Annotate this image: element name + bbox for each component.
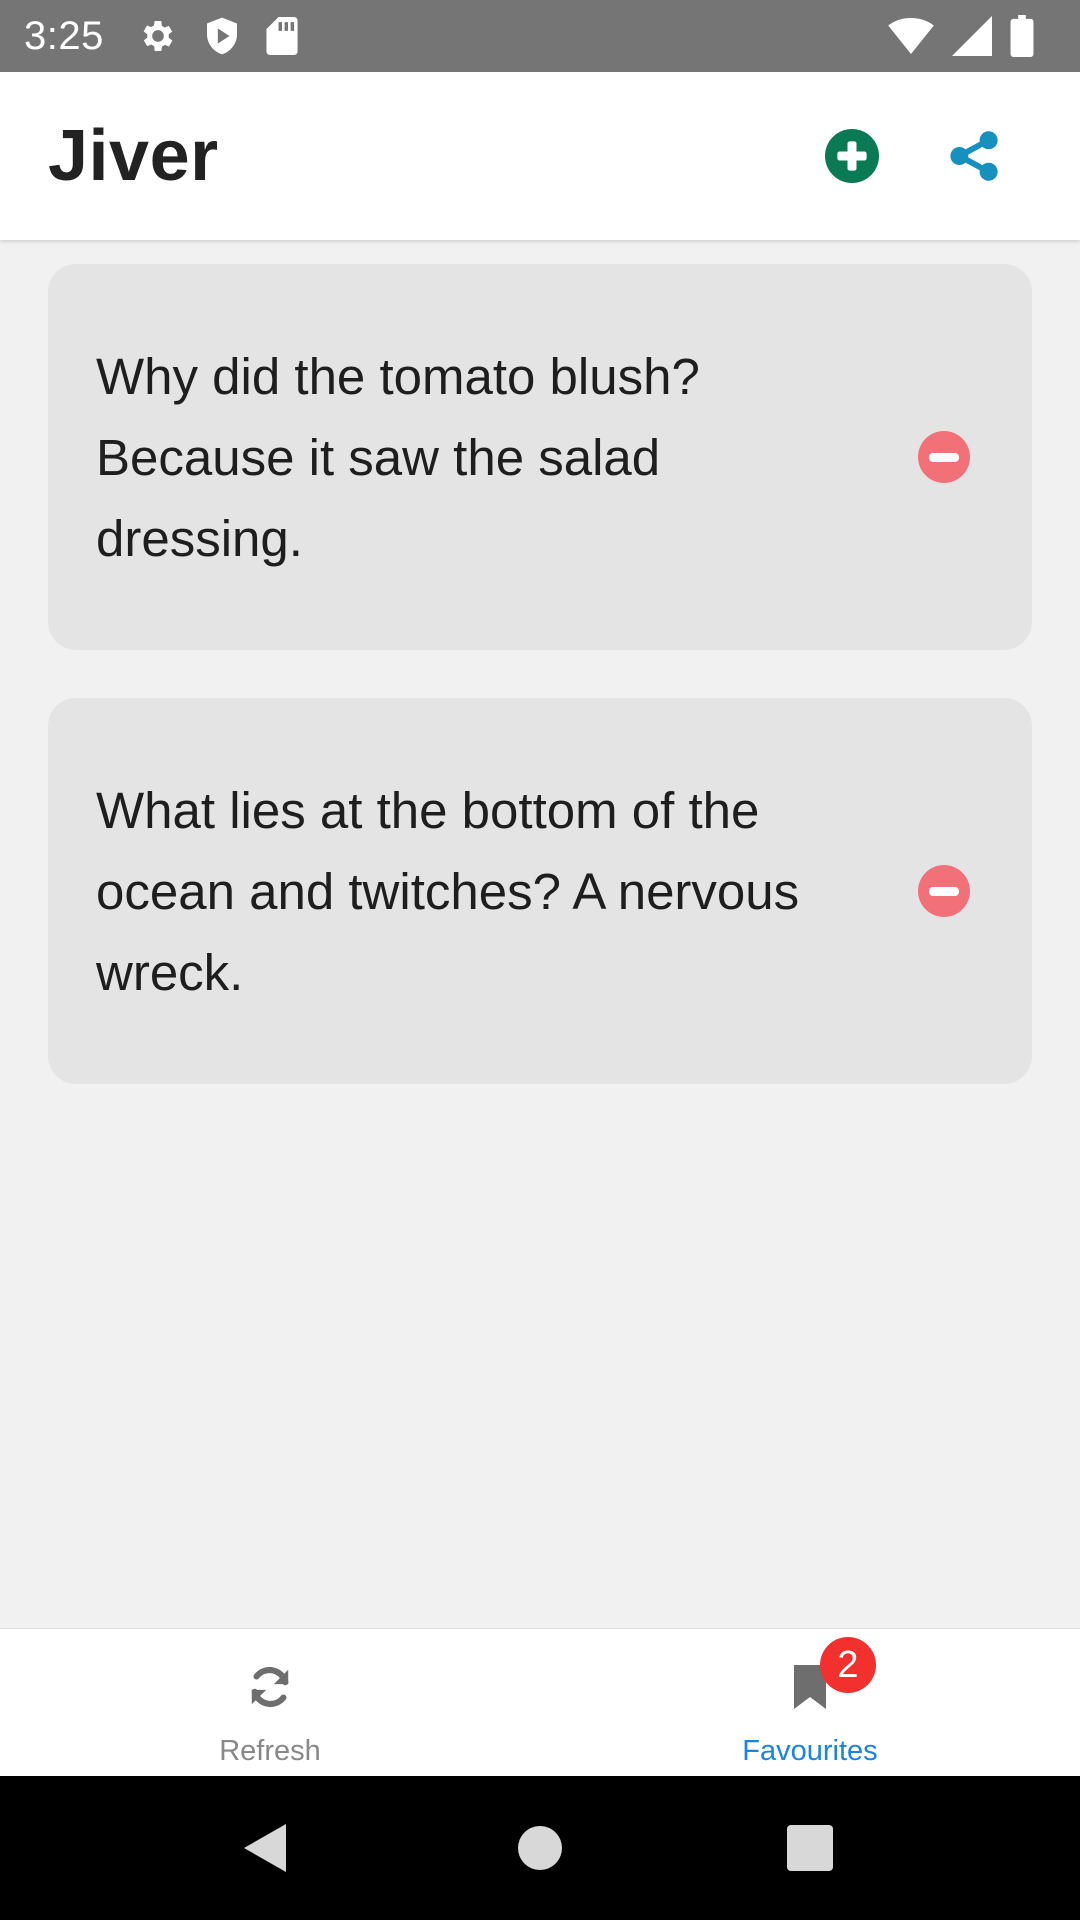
- recents-icon[interactable]: [787, 1825, 833, 1871]
- joke-list: Why did the tomato blush? Because it saw…: [0, 240, 1080, 1628]
- add-circle-icon: [825, 129, 879, 183]
- app-bar: Jiver: [0, 72, 1080, 240]
- status-time: 3:25: [24, 13, 104, 58]
- add-joke-button[interactable]: [824, 128, 880, 184]
- app-actions: [824, 128, 1002, 184]
- battery-icon: [1010, 15, 1034, 57]
- remove-joke-button[interactable]: [918, 431, 970, 483]
- share-button[interactable]: [946, 128, 1002, 184]
- joke-card: Why did the tomato blush? Because it saw…: [48, 264, 1032, 650]
- nav-label-refresh: Refresh: [219, 1735, 321, 1767]
- joke-card: What lies at the bottom of the ocean and…: [48, 698, 1032, 1084]
- settings-icon: [138, 16, 178, 56]
- back-icon[interactable]: [244, 1824, 286, 1872]
- nav-label-favourites: Favourites: [742, 1735, 878, 1767]
- wifi-icon: [888, 17, 934, 55]
- remove-joke-button[interactable]: [918, 865, 970, 917]
- status-right-icons: [888, 15, 1034, 57]
- bookmark-icon: 2: [782, 1637, 876, 1715]
- app-title: Jiver: [48, 116, 219, 196]
- system-navigation-bar: [0, 1776, 1080, 1920]
- status-left-icons: [138, 16, 298, 56]
- status-bar: 3:25: [0, 0, 1080, 72]
- app-screen: 3:25 Jiver Why did the tomato blush? Bec…: [0, 0, 1080, 1920]
- sd-card-icon: [266, 17, 298, 55]
- joke-text: What lies at the bottom of the ocean and…: [96, 781, 800, 1001]
- remove-circle-icon: [929, 886, 959, 896]
- shield-play-icon: [204, 16, 240, 56]
- share-icon: [950, 131, 998, 181]
- remove-circle-icon: [929, 452, 959, 462]
- bottom-navigation: Refresh 2 Favourites: [0, 1628, 1080, 1776]
- nav-item-favourites[interactable]: 2 Favourites: [540, 1629, 1080, 1776]
- cell-signal-icon: [952, 16, 992, 56]
- nav-item-refresh[interactable]: Refresh: [0, 1629, 540, 1776]
- joke-text: Why did the tomato blush? Because it saw…: [96, 347, 700, 567]
- home-icon[interactable]: [518, 1826, 562, 1870]
- refresh-icon: [242, 1659, 298, 1715]
- favourites-count-badge: 2: [820, 1637, 876, 1693]
